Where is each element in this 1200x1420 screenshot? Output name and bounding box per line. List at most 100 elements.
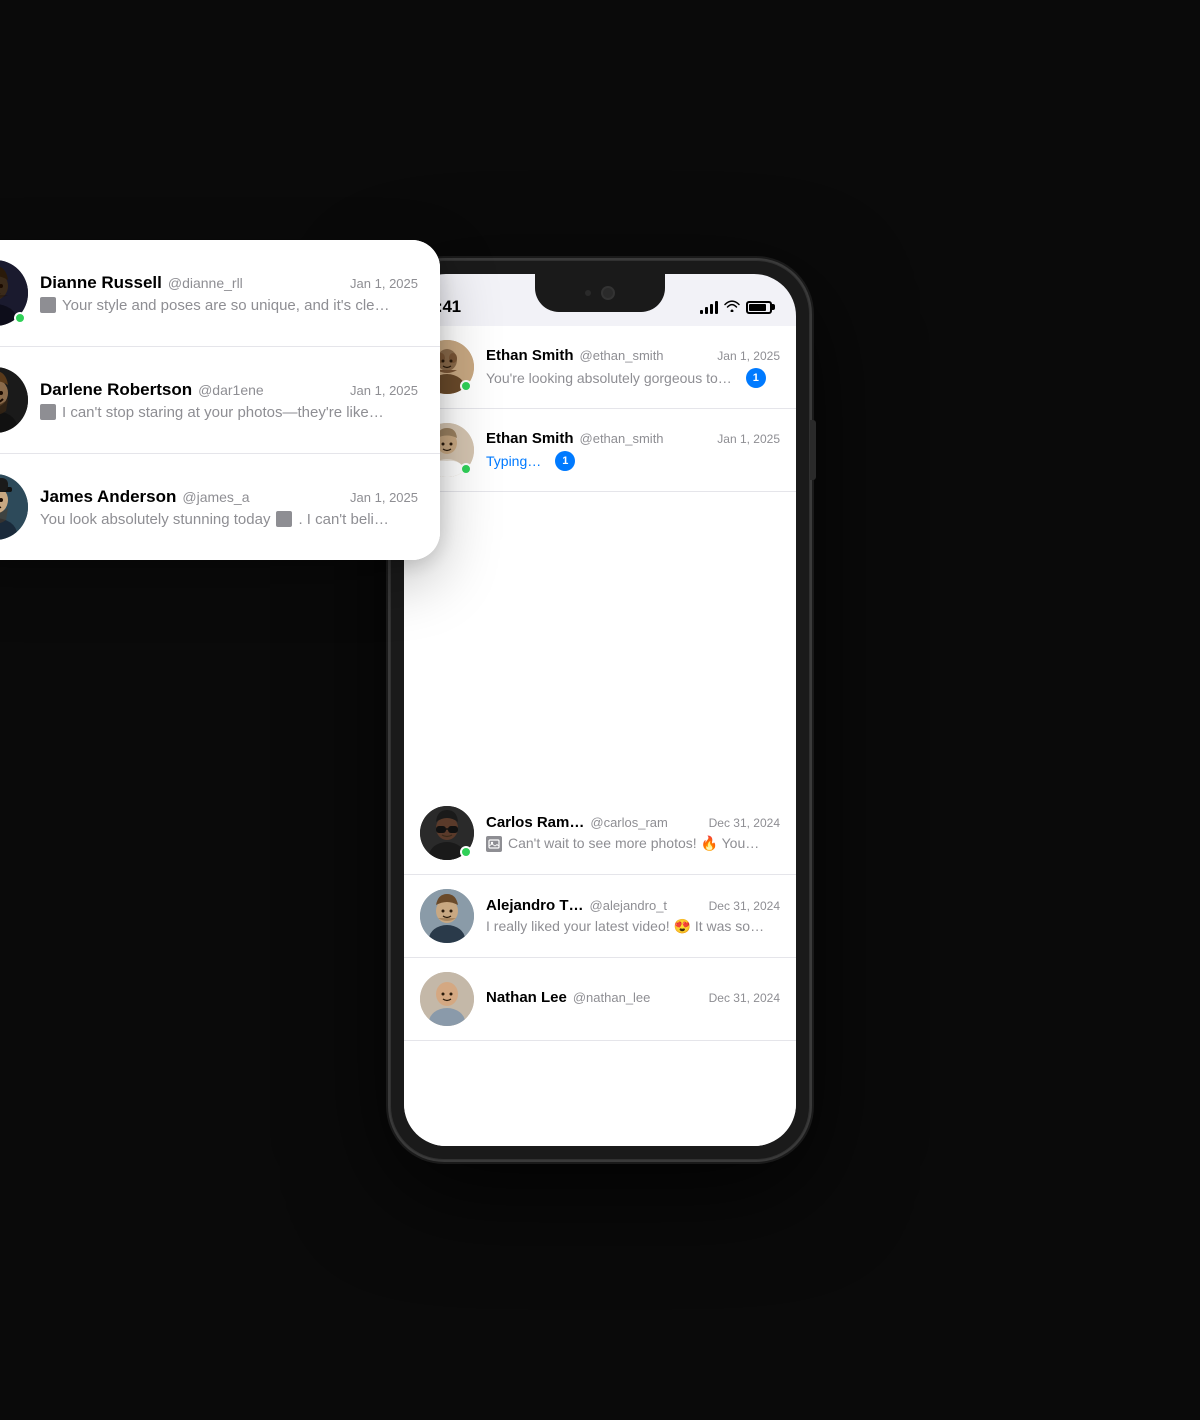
message-header-alejandro: Alejandro T… @alejandro_t Dec 31, 2024 — [486, 897, 780, 914]
typing-indicator: Typing… — [486, 453, 541, 469]
message-item-alejandro[interactable]: Alejandro T… @alejandro_t Dec 31, 2024 I… — [404, 875, 796, 958]
message-content-nathan: Nathan Lee @nathan_lee Dec 31, 2024 — [486, 989, 780, 1010]
sender-name-alejandro: Alejandro T… — [486, 897, 584, 914]
sender-name-ethan2: Ethan Smith — [486, 430, 574, 447]
sender-handle-dianne: @dianne_rll — [168, 275, 243, 291]
message-header-carlos: Carlos Ram… @carlos_ram Dec 31, 2024 — [486, 814, 780, 831]
online-indicator-dianne — [14, 312, 26, 324]
message-header-darlene: Darlene Robertson @dar1ene Jan 1, 2025 — [40, 380, 418, 400]
status-icons — [700, 300, 772, 315]
message-item-james[interactable]: James Anderson @james_a Jan 1, 2025 You … — [0, 454, 440, 560]
avatar-alejandro — [420, 889, 474, 943]
message-content-dianne: Dianne Russell @dianne_rll Jan 1, 2025 Y… — [40, 273, 418, 314]
text-placeholder-darlene — [40, 404, 56, 420]
sender-info-carlos: Carlos Ram… @carlos_ram — [486, 814, 701, 831]
message-header-dianne: Dianne Russell @dianne_rll Jan 1, 2025 — [40, 273, 418, 293]
message-item-nathan[interactable]: Nathan Lee @nathan_lee Dec 31, 2024 — [404, 958, 796, 1041]
message-preview-dianne: Your style and poses are so unique, and … — [40, 297, 418, 314]
message-item-darlene[interactable]: Darlene Robertson @dar1ene Jan 1, 2025 I… — [0, 347, 440, 454]
sender-handle-nathan: @nathan_lee — [573, 990, 651, 1005]
unread-badge-ethan1: 1 — [746, 368, 766, 388]
text-placeholder-dianne — [40, 297, 56, 313]
preview-text-alejandro: I really liked your latest video! 😍 It w… — [486, 918, 764, 935]
phone-screen: 9:41 — [404, 274, 796, 1146]
message-date-carlos: Dec 31, 2024 — [709, 816, 780, 830]
front-camera — [601, 286, 615, 300]
sender-handle-ethan1: @ethan_smith — [580, 348, 664, 363]
message-content-carlos: Carlos Ram… @carlos_ram Dec 31, 2024 — [486, 814, 780, 852]
signal-bar-1 — [700, 310, 703, 314]
preview-text-darlene: I can't stop staring at your photos—they… — [62, 404, 384, 421]
message-date-alejandro: Dec 31, 2024 — [709, 899, 780, 913]
floating-card: Dianne Russell @dianne_rll Jan 1, 2025 Y… — [0, 240, 440, 560]
message-preview-james: You look absolutely stunning today . I c… — [40, 511, 418, 528]
message-preview-darlene: I can't stop staring at your photos—they… — [40, 404, 418, 421]
preview-text-james-suffix: . I can't beli… — [298, 511, 388, 528]
signal-bar-4 — [715, 301, 718, 314]
sender-info-alejandro: Alejandro T… @alejandro_t — [486, 897, 701, 914]
sender-name-dianne: Dianne Russell — [40, 273, 162, 293]
avatar-container-carlos — [420, 806, 474, 860]
preview-text-ethan1: You're looking absolutely gorgeous to… — [486, 370, 732, 386]
notch — [535, 274, 665, 312]
message-content-darlene: Darlene Robertson @dar1ene Jan 1, 2025 I… — [40, 380, 418, 421]
battery-fill — [749, 304, 766, 311]
message-item-carlos[interactable]: Carlos Ram… @carlos_ram Dec 31, 2024 — [404, 792, 796, 875]
sender-name-james: James Anderson — [40, 487, 176, 507]
avatar-container-alejandro — [420, 889, 474, 943]
phone-frame: 9:41 — [390, 260, 810, 1160]
sender-name-darlene: Darlene Robertson — [40, 380, 192, 400]
avatar-nathan — [420, 972, 474, 1026]
preview-text-dianne: Your style and poses are so unique, and … — [62, 297, 390, 314]
online-indicator-ethan1 — [460, 380, 472, 392]
sender-handle-carlos: @carlos_ram — [590, 815, 668, 830]
preview-text-james: You look absolutely stunning today — [40, 511, 270, 528]
signal-bar-3 — [710, 304, 713, 314]
sender-handle-ethan2: @ethan_smith — [580, 431, 664, 446]
preview-text-carlos: Can't wait to see more photos! 🔥 You… — [508, 835, 759, 852]
sender-info-james: James Anderson @james_a — [40, 487, 342, 507]
messages-list[interactable]: Ethan Smith @ethan_smith Jan 1, 2025 You… — [404, 326, 796, 1146]
face-sensor — [585, 290, 591, 296]
avatar-darlene — [0, 367, 28, 433]
avatar-container-nathan — [420, 972, 474, 1026]
message-preview-ethan2: Typing… 1 — [486, 451, 780, 471]
message-item-ethan2[interactable]: Ethan Smith @ethan_smith Jan 1, 2025 Typ… — [404, 409, 796, 492]
message-preview-carlos: Can't wait to see more photos! 🔥 You… — [486, 835, 780, 852]
message-item-dianne[interactable]: Dianne Russell @dianne_rll Jan 1, 2025 Y… — [0, 240, 440, 347]
message-date-darlene: Jan 1, 2025 — [350, 383, 418, 398]
message-item-ethan1[interactable]: Ethan Smith @ethan_smith Jan 1, 2025 You… — [404, 326, 796, 409]
message-content-ethan1: Ethan Smith @ethan_smith Jan 1, 2025 You… — [486, 347, 780, 388]
avatar-container-dianne — [0, 260, 28, 326]
message-date-james: Jan 1, 2025 — [350, 490, 418, 505]
sender-handle-darlene: @dar1ene — [198, 382, 264, 398]
sender-name-nathan: Nathan Lee — [486, 989, 567, 1006]
message-date-nathan: Dec 31, 2024 — [709, 991, 780, 1005]
signal-bar-2 — [705, 307, 708, 314]
message-date-ethan1: Jan 1, 2025 — [717, 349, 780, 363]
message-content-ethan2: Ethan Smith @ethan_smith Jan 1, 2025 Typ… — [486, 430, 780, 471]
online-indicator-ethan2 — [460, 463, 472, 475]
sender-name-carlos: Carlos Ram… — [486, 814, 584, 831]
message-header-ethan1: Ethan Smith @ethan_smith Jan 1, 2025 — [486, 347, 780, 364]
message-preview-ethan1: You're looking absolutely gorgeous to… 1 — [486, 368, 780, 388]
unread-badge-ethan2: 1 — [555, 451, 575, 471]
sender-info-ethan1: Ethan Smith @ethan_smith — [486, 347, 709, 364]
avatar-container-james — [0, 474, 28, 540]
message-date-ethan2: Jan 1, 2025 — [717, 432, 780, 446]
message-content-alejandro: Alejandro T… @alejandro_t Dec 31, 2024 I… — [486, 897, 780, 935]
message-header-ethan2: Ethan Smith @ethan_smith Jan 1, 2025 — [486, 430, 780, 447]
message-date-dianne: Jan 1, 2025 — [350, 276, 418, 291]
power-button — [810, 420, 816, 480]
message-preview-alejandro: I really liked your latest video! 😍 It w… — [486, 918, 780, 935]
sender-info-darlene: Darlene Robertson @dar1ene — [40, 380, 342, 400]
avatar-container-darlene — [0, 367, 28, 433]
sender-info-dianne: Dianne Russell @dianne_rll — [40, 273, 342, 293]
image-thumbnail-icon — [486, 836, 502, 852]
sender-handle-alejandro: @alejandro_t — [590, 898, 668, 913]
battery-icon — [746, 301, 772, 314]
text-placeholder-james — [276, 511, 292, 527]
sender-info-nathan: Nathan Lee @nathan_lee — [486, 989, 701, 1006]
sender-name-ethan1: Ethan Smith — [486, 347, 574, 364]
wifi-icon — [724, 300, 740, 315]
